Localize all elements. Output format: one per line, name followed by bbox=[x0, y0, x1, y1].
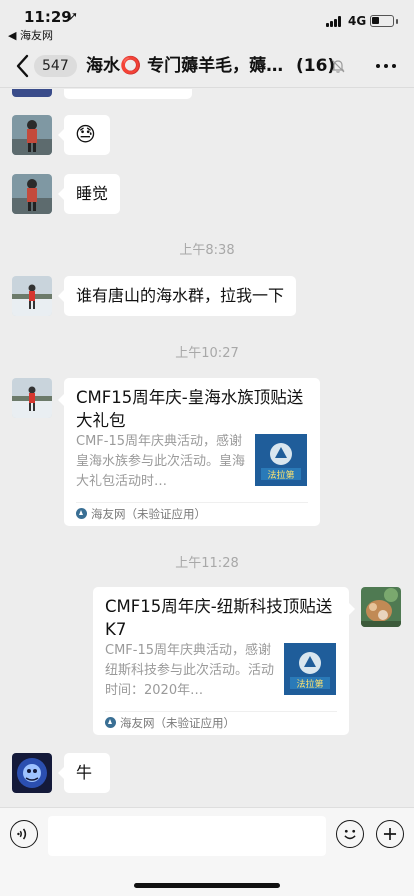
plus-icon[interactable] bbox=[376, 820, 404, 848]
link-card[interactable]: CMF15周年庆-皇海水族顶贴送大礼包 CMF-15周年庆典活动，感谢皇海水族参… bbox=[58, 378, 320, 526]
link-card[interactable]: CMF15周年庆-纽斯科技顶贴送K7 CMF-15周年庆典活动，感谢纽斯科技参与… bbox=[93, 587, 355, 735]
thumbnail-text: 法拉第 bbox=[296, 678, 323, 690]
card-source: 海友网（未验证应用） bbox=[76, 506, 206, 522]
more-dots-icon[interactable] bbox=[374, 64, 398, 70]
card-source-label: 海友网（未验证应用） bbox=[91, 507, 206, 521]
message-list[interactable]: 😓 睡觉 上午8:38 谁有唐山的海水群，拉我一下 上午10:27 CMF15周… bbox=[0, 89, 414, 807]
card-thumbnail: 法拉第 bbox=[255, 434, 307, 486]
home-indicator bbox=[134, 883, 280, 888]
message-bubble-emoji[interactable]: 😓 bbox=[58, 115, 110, 155]
chat-title[interactable]: 海水⭕ 专门薅羊毛，薅… bbox=[86, 54, 294, 78]
message-bubble[interactable]: 牛 bbox=[58, 753, 110, 793]
avatar[interactable] bbox=[12, 753, 52, 793]
back-to-app-link[interactable]: ◀ 海友网 bbox=[8, 27, 53, 43]
timestamp: 上午11:28 bbox=[175, 556, 239, 571]
app-source-icon bbox=[76, 508, 87, 519]
status-time: 11:29 bbox=[24, 8, 72, 26]
avatar[interactable] bbox=[12, 115, 52, 155]
card-description: CMF-15周年庆典活动，感谢皇海水族参与此次活动。皇海大礼包活动时… bbox=[76, 434, 246, 489]
avatar[interactable] bbox=[12, 378, 52, 418]
unread-count-badge[interactable]: 547 bbox=[34, 55, 77, 77]
divider bbox=[105, 711, 337, 712]
card-thumbnail: 法拉第 bbox=[284, 643, 336, 695]
cellular-signal-icon bbox=[326, 16, 342, 27]
avatar[interactable] bbox=[12, 89, 52, 97]
app-source-icon bbox=[105, 717, 116, 728]
message-bubble[interactable]: 睡觉 bbox=[57, 174, 121, 214]
chat-header: 547 海水⭕ 专门薅羊毛，薅… (16) bbox=[0, 44, 414, 88]
message-bubble[interactable]: 谁有唐山的海水群，拉我一下 bbox=[57, 276, 297, 316]
card-title: CMF15周年庆-纽斯科技顶贴送K7 bbox=[105, 597, 333, 639]
divider bbox=[76, 502, 308, 503]
card-description: CMF-15周年庆典活动，感谢纽斯科技参与此次活动。活动时间：2020年… bbox=[105, 643, 275, 698]
input-bar bbox=[0, 807, 414, 896]
network-type: 4G bbox=[348, 14, 367, 28]
bell-slash-icon bbox=[331, 59, 345, 73]
message-bubble[interactable] bbox=[64, 89, 192, 99]
timestamp: 上午10:27 bbox=[175, 346, 239, 361]
battery-icon bbox=[370, 15, 398, 27]
thumbnail-text: 法拉第 bbox=[267, 469, 294, 481]
message-input[interactable] bbox=[48, 816, 326, 856]
voice-icon[interactable] bbox=[10, 820, 38, 848]
location-arrow-icon: ➚ bbox=[68, 9, 79, 23]
avatar[interactable] bbox=[12, 276, 52, 316]
avatar[interactable] bbox=[12, 174, 52, 214]
card-title: CMF15周年庆-皇海水族顶贴送大礼包 bbox=[76, 388, 304, 430]
card-source-label: 海友网（未验证应用） bbox=[120, 716, 235, 730]
emoji-icon[interactable] bbox=[336, 820, 364, 848]
card-source: 海友网（未验证应用） bbox=[105, 715, 235, 731]
timestamp: 上午8:38 bbox=[179, 243, 235, 258]
status-bar: 11:29 ➚ ◀ 海友网 4G bbox=[0, 0, 414, 44]
avatar-self[interactable] bbox=[361, 587, 401, 627]
chevron-left-icon[interactable] bbox=[12, 53, 36, 79]
